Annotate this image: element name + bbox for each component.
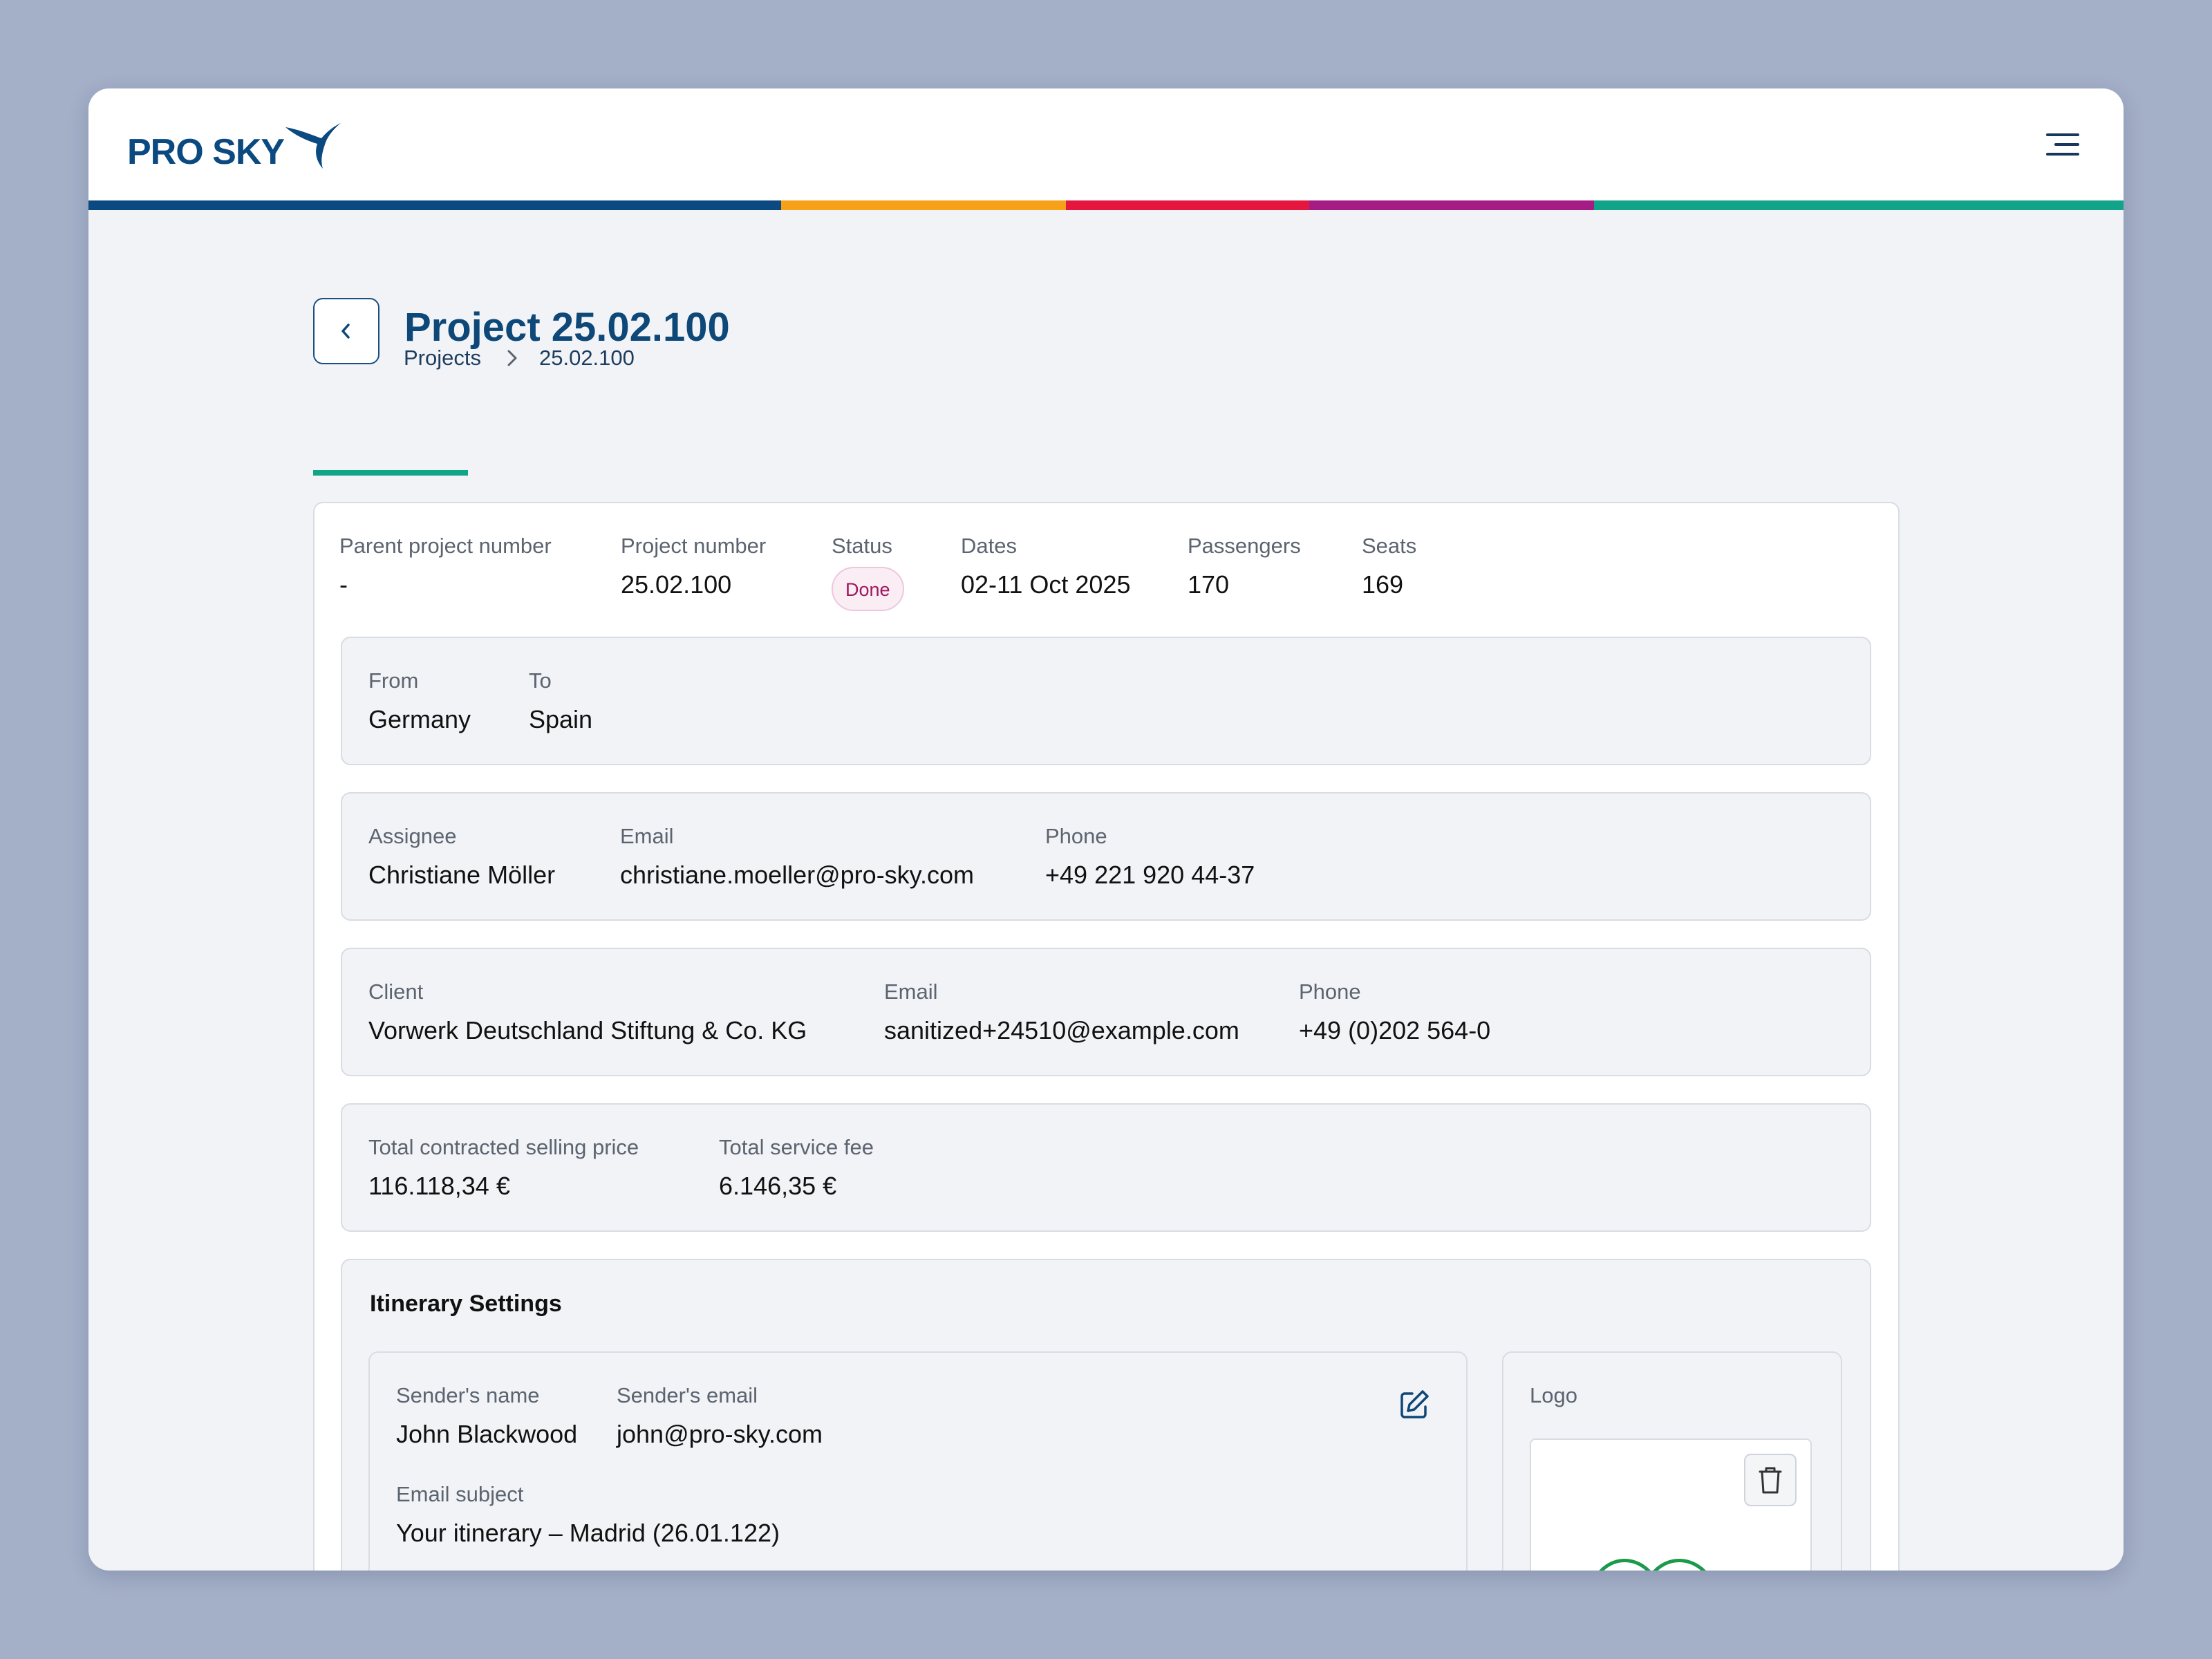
- field-label: Status: [832, 534, 892, 558]
- app-window: PRO SKY Projects 25.02.100 Project 25.02…: [88, 88, 2124, 1571]
- field-value: 170: [1188, 570, 1230, 599]
- field-label: Total contracted selling price: [368, 1135, 639, 1159]
- pro-sky-logo[interactable]: PRO SKY: [127, 119, 342, 170]
- field-label: Project number: [621, 534, 767, 558]
- seats-field: Seats 169: [1362, 532, 1416, 601]
- client-phone-field: Phone +49 (0)202 564-0: [1299, 978, 1490, 1047]
- field-label: Email: [884, 980, 938, 1004]
- logo-preview: [1530, 1438, 1812, 1571]
- field-value: Your itinerary – Madrid (26.01.122): [396, 1519, 780, 1547]
- section-title: Itinerary Settings: [370, 1291, 562, 1317]
- field-label: Seats: [1362, 534, 1417, 558]
- field-value: +49 (0)202 564-0: [1299, 1016, 1491, 1044]
- hamburger-menu-icon[interactable]: [2042, 127, 2083, 162]
- status-badge: Done: [832, 567, 904, 611]
- assignee-name-field: Assignee Christiane Möller: [368, 823, 555, 892]
- field-value: John Blackwood: [396, 1420, 578, 1448]
- status-field: Status Done: [832, 532, 904, 611]
- field-label: Sender's name: [396, 1383, 540, 1407]
- client-card: Client Vorwerk Deutschland Stiftung & Co…: [341, 948, 1871, 1076]
- field-value: 169: [1362, 570, 1404, 599]
- field-label: To: [529, 668, 552, 693]
- field-label: Total service fee: [719, 1135, 874, 1159]
- edit-icon[interactable]: [1397, 1387, 1432, 1422]
- field-label: Dates: [961, 534, 1017, 558]
- field-value: john@pro-sky.com: [617, 1420, 823, 1448]
- field-value: -: [339, 570, 348, 599]
- from-field: From Germany: [368, 667, 471, 736]
- field-label: Phone: [1299, 980, 1361, 1004]
- field-value: Germany: [368, 705, 471, 733]
- field-value: +49 221 920 44-37: [1045, 861, 1255, 889]
- client-email-field: Email sanitized+24510@example.com: [884, 978, 1239, 1047]
- field-value: Vorwerk Deutschland Stiftung & Co. KG: [368, 1016, 807, 1044]
- passengers-field: Passengers 170: [1188, 532, 1301, 601]
- parent-project-number-field: Parent project number -: [339, 532, 552, 601]
- project-number-field: Project number 25.02.100: [621, 532, 766, 601]
- field-label: Sender's email: [617, 1383, 758, 1407]
- client-name-field: Client Vorwerk Deutschland Stiftung & Co…: [368, 978, 807, 1047]
- field-value: 116.118,34 €: [368, 1172, 510, 1200]
- field-value: 02-11 Oct 2025: [961, 570, 1131, 599]
- field-label: Email: [620, 824, 674, 848]
- sender-settings-card: Sender's name John Blackwood Sender's em…: [368, 1351, 1468, 1571]
- assignee-card: Assignee Christiane Möller Email christi…: [341, 792, 1871, 921]
- field-value: christiane.moeller@pro-sky.com: [620, 861, 975, 889]
- dates-field: Dates 02-11 Oct 2025: [961, 532, 1131, 601]
- top-bar: PRO SKY: [88, 88, 2124, 200]
- sender-name-field: Sender's name John Blackwood: [396, 1382, 577, 1451]
- field-label: Assignee: [368, 824, 457, 848]
- field-value: 25.02.100: [621, 570, 732, 599]
- logo-settings-card: Logo: [1502, 1351, 1842, 1571]
- brand-color-stripe: [88, 200, 2124, 210]
- field-label: Parent project number: [339, 534, 552, 558]
- trash-icon[interactable]: [1744, 1454, 1797, 1506]
- logo-text: PRO SKY: [127, 132, 285, 172]
- active-tab-indicator: [313, 470, 468, 476]
- total-service-fee-field: Total service fee 6.146,35 €: [719, 1134, 874, 1203]
- field-value: sanitized+24510@example.com: [884, 1016, 1239, 1044]
- route-card: From Germany To Spain: [341, 637, 1871, 765]
- assignee-phone-field: Phone +49 221 920 44-37: [1045, 823, 1255, 892]
- field-label: From: [368, 668, 419, 693]
- chevron-left-icon: [341, 324, 350, 339]
- itinerary-settings-card: Itinerary Settings Sender's name John Bl…: [341, 1259, 1871, 1571]
- email-subject-field: Email subject Your itinerary – Madrid (2…: [396, 1481, 780, 1550]
- assignee-email-field: Email christiane.moeller@pro-sky.com: [620, 823, 974, 892]
- field-value: Spain: [529, 705, 593, 733]
- total-contracted-field: Total contracted selling price 116.118,3…: [368, 1134, 639, 1203]
- field-label: Email subject: [396, 1482, 524, 1506]
- page-title: Project 25.02.100: [404, 305, 730, 350]
- back-button[interactable]: [313, 298, 379, 364]
- field-value: 6.146,35 €: [719, 1172, 837, 1200]
- logo-label: Logo: [1530, 1383, 1577, 1407]
- field-label: Client: [368, 980, 424, 1004]
- overview-card: Parent project number - Project number 2…: [313, 502, 1900, 1571]
- field-value: Christiane Möller: [368, 861, 556, 889]
- sender-email-field: Sender's email john@pro-sky.com: [617, 1382, 823, 1451]
- to-field: To Spain: [529, 667, 592, 736]
- bird-logo-icon: [285, 123, 341, 169]
- field-label: Passengers: [1188, 534, 1301, 558]
- pricing-card: Total contracted selling price 116.118,3…: [341, 1103, 1871, 1232]
- field-label: Phone: [1045, 824, 1107, 848]
